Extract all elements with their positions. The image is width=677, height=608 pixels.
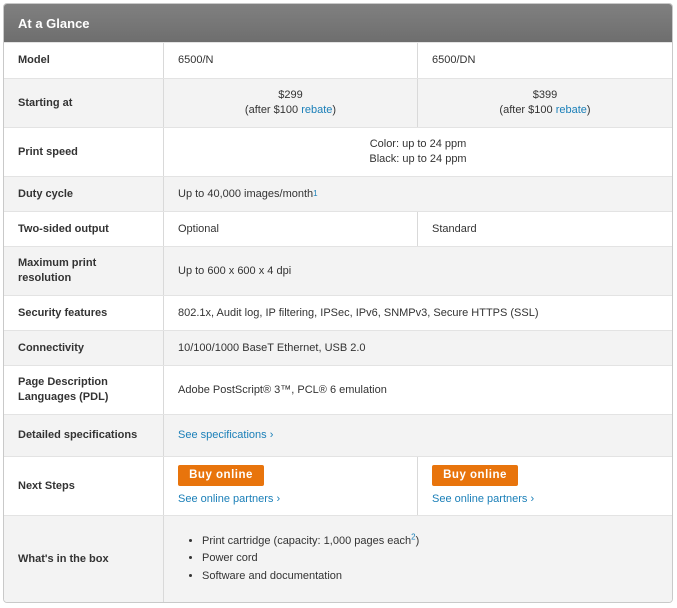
in-box-list: Print cartridge (capacity: 1,000 pages e… <box>178 533 419 586</box>
rebate-link[interactable]: rebate <box>301 104 332 116</box>
rebate-note-col2: (after $100 rebate) <box>499 103 590 118</box>
rebate-text: (after $100 <box>499 104 556 116</box>
print-speed-color: Color: up to 24 ppm <box>369 138 467 150</box>
row-label-next-steps: Next Steps <box>4 457 164 515</box>
row-label-pdl: Page Description Languages (PDL) <box>4 366 164 414</box>
row-label-print-speed: Print speed <box>4 128 164 176</box>
max-resolution-value: Up to 600 x 600 x 4 dpi <box>178 264 292 277</box>
connectivity-value: 10/100/1000 BaseT Ethernet, USB 2.0 <box>178 341 366 354</box>
price-col2: $399 (after $100 rebate) <box>418 79 672 127</box>
row-label-detailed-specs: Detailed specifications <box>4 415 164 456</box>
pdl-value: Adobe PostScript® 3™, PCL® 6 emulation <box>178 383 387 396</box>
price-col1: $299 (after $100 rebate) <box>164 79 418 127</box>
row-label-model: Model <box>4 43 164 78</box>
list-item: Software and documentation <box>202 568 419 586</box>
row-label-security: Security features <box>4 296 164 330</box>
buy-online-button[interactable]: Buy online <box>178 465 264 486</box>
row-two-sided: Two-sided output Optional Standard <box>4 211 672 246</box>
row-connectivity: Connectivity 10/100/1000 BaseT Ethernet,… <box>4 330 672 365</box>
row-duty-cycle: Duty cycle Up to 40,000 images/month 1 <box>4 176 672 211</box>
at-a-glance-panel: At a Glance Model 6500/N 6500/DN Startin… <box>3 3 673 603</box>
two-sided-col2: Standard <box>432 222 477 235</box>
two-sided-col1: Optional <box>164 212 418 246</box>
detailed-specs-cell: See specifications › <box>164 415 672 456</box>
row-model: Model 6500/N 6500/DN <box>4 42 672 78</box>
in-box-cell: Print cartridge (capacity: 1,000 pages e… <box>164 516 672 602</box>
row-next-steps: Next Steps Buy online See online partner… <box>4 456 672 515</box>
rebate-text-close: ) <box>586 104 591 116</box>
label-line: Page Description <box>18 376 108 388</box>
model-col2: 6500/DN <box>432 54 476 66</box>
row-label-two-sided: Two-sided output <box>4 212 164 246</box>
item-text: Print cartridge (capacity: 1,000 pages e… <box>202 534 412 547</box>
label-line: Languages (PDL) <box>18 391 109 403</box>
see-online-partners-link[interactable]: See online partners › <box>432 492 534 507</box>
row-in-box: What's in the box Print cartridge (capac… <box>4 515 672 602</box>
row-starting-at: Starting at $299 (after $100 rebate) $39… <box>4 78 672 127</box>
list-item: Print cartridge (capacity: 1,000 pages e… <box>202 533 419 551</box>
label-line: Maximum print <box>18 257 97 269</box>
panel-title: At a Glance <box>4 4 672 42</box>
price-value-col1: $299 <box>278 89 303 101</box>
print-speed-black: Black: up to 24 ppm <box>369 153 467 165</box>
row-max-resolution: Maximum print resolution Up to 600 x 600… <box>4 246 672 295</box>
row-print-speed: Print speed Color: up to 24 ppm Black: u… <box>4 127 672 176</box>
see-online-partners-link[interactable]: See online partners › <box>178 492 280 507</box>
rebate-text: (after $100 <box>244 104 302 116</box>
row-label-max-resolution: Maximum print resolution <box>4 247 164 295</box>
row-label-starting-at: Starting at <box>4 79 164 127</box>
row-pdl: Page Description Languages (PDL) Adobe P… <box>4 365 672 414</box>
print-speed-value: Color: up to 24 ppm Black: up to 24 ppm <box>164 128 672 176</box>
row-security: Security features 802.1x, Audit log, IP … <box>4 295 672 330</box>
rebate-link[interactable]: rebate <box>556 104 587 116</box>
price-value-col2: $399 <box>532 89 558 101</box>
list-item: Power cord <box>202 550 419 568</box>
row-label-in-box: What's in the box <box>4 516 164 602</box>
model-col1: 6500/N <box>164 43 418 78</box>
rebate-text-close: ) <box>332 104 337 116</box>
rebate-note-col1: (after $100 rebate) <box>245 103 336 118</box>
next-steps-col2: Buy online See online partners › <box>418 457 672 515</box>
duty-cycle-value: Up to 40,000 images/month 1 <box>178 187 318 200</box>
label-line: resolution <box>18 272 72 284</box>
see-specifications-link[interactable]: See specifications › <box>178 428 273 443</box>
item-text-close: ) <box>415 534 420 547</box>
duty-cycle-text: Up to 40,000 images/month <box>178 187 314 200</box>
row-detailed-specs: Detailed specifications See specificatio… <box>4 414 672 456</box>
row-label-duty-cycle: Duty cycle <box>4 177 164 211</box>
row-label-connectivity: Connectivity <box>4 331 164 365</box>
buy-online-button[interactable]: Buy online <box>432 465 518 486</box>
security-value: 802.1x, Audit log, IP filtering, IPSec, … <box>178 306 539 319</box>
next-steps-col1: Buy online See online partners › <box>164 457 418 515</box>
